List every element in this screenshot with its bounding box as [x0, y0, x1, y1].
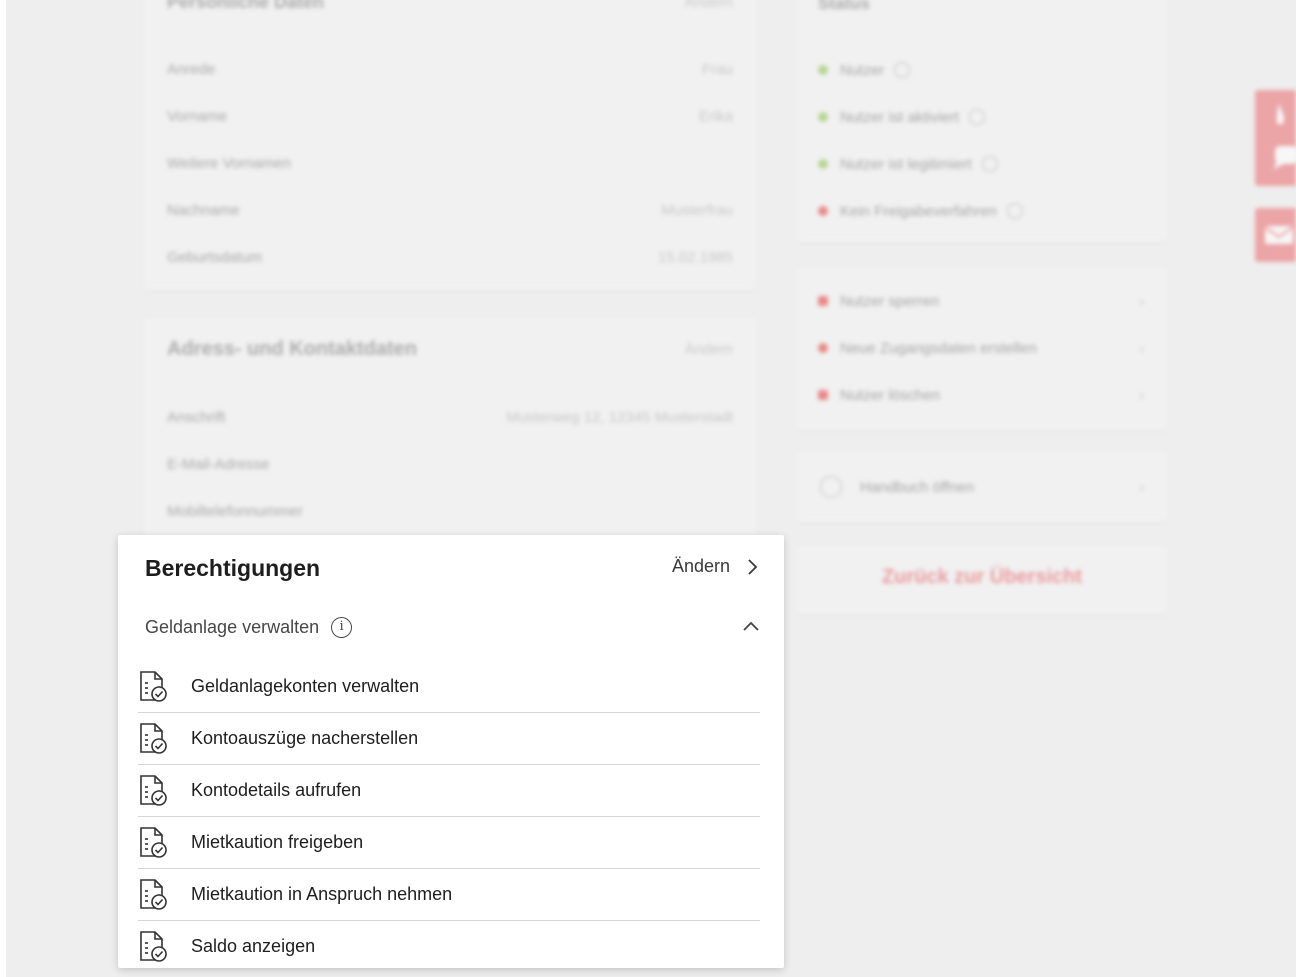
help-icon	[894, 62, 911, 78]
chevron-right-icon	[748, 558, 758, 575]
address-card: Adress- und Kontaktdaten Ändern Anschrif…	[143, 318, 757, 548]
info-row: E-Mail-Adresse	[167, 455, 270, 473]
permission-item: Geldanlagekonten verwalten	[138, 661, 760, 713]
open-manual-action[interactable]: Handbuch öffnen ›	[818, 476, 1144, 498]
permission-label: Mietkaution freigeben	[191, 832, 364, 852]
document-check-icon	[140, 878, 167, 910]
document-check-icon	[140, 670, 167, 702]
manual-card: Handbuch öffnen ›	[796, 452, 1168, 522]
lock-user-action[interactable]: Nutzer sperren ›	[818, 290, 1144, 312]
mail-tab[interactable]	[1255, 208, 1296, 262]
status-item: Nutzer ist aktiviert	[818, 106, 1144, 128]
status-card: Status Nutzer Nutzer ist aktiviert Nutze…	[796, 0, 1168, 242]
info-row: Vorname Erika	[167, 107, 733, 125]
section-label: Geldanlage verwalten	[145, 616, 320, 637]
clock-icon	[820, 476, 842, 498]
back-to-overview-link[interactable]: Zurück zur Übersicht	[796, 566, 1168, 589]
permission-item: Mietkaution freigeben	[138, 817, 760, 869]
status-item: Nutzer	[818, 59, 1144, 81]
panel-title: Berechtigungen	[145, 555, 321, 581]
info-icon[interactable]: i	[331, 616, 353, 638]
document-check-icon	[140, 826, 167, 858]
info-row: Anrede Frau	[167, 60, 733, 78]
trash-icon	[818, 390, 828, 400]
contact-tab[interactable]	[1255, 90, 1296, 186]
chat-icon	[1275, 146, 1296, 164]
info-row: Mobiltelefonnummer	[167, 502, 303, 520]
permissions-panel: Berechtigungen Ändern Geldanlage verwalt…	[118, 535, 784, 968]
help-icon	[981, 156, 998, 172]
section-header: Geldanlage verwalten i	[145, 613, 760, 641]
chevron-up-icon[interactable]	[742, 618, 760, 636]
permission-label: Saldo anzeigen	[191, 936, 316, 956]
change-label: Ändern	[671, 556, 730, 576]
phone-icon	[1273, 104, 1296, 170]
lock-icon	[818, 296, 828, 306]
info-row: Nachname Musterfrau	[167, 201, 733, 219]
permission-label: Kontodetails aufrufen	[191, 780, 362, 800]
mail-icon	[1264, 226, 1294, 244]
address-edit-link[interactable]: Ändern	[685, 341, 733, 358]
document-check-icon	[140, 722, 167, 754]
permission-label: Geldanlagekonten verwalten	[191, 676, 420, 696]
permission-item: Kontoauszüge nacherstellen	[138, 713, 760, 765]
permission-item: Saldo anzeigen	[138, 921, 760, 972]
change-permissions-button[interactable]: Ändern	[672, 556, 758, 577]
status-title: Status	[818, 0, 870, 13]
help-icon	[969, 109, 986, 125]
back-card: Zurück zur Übersicht	[796, 546, 1168, 614]
document-check-icon	[140, 930, 167, 962]
delete-user-action[interactable]: Nutzer löschen ›	[818, 384, 1144, 406]
permission-list: Geldanlagekonten verwalten Kontoauszüge …	[138, 661, 760, 972]
status-item: Nutzer ist legitimiert	[818, 153, 1144, 175]
personal-data-card: Persönliche Daten Ändern Anrede Frau Vorn…	[143, 0, 757, 290]
personal-data-edit-link[interactable]: Ändern	[685, 0, 733, 11]
document-check-icon	[140, 774, 167, 806]
address-title: Adress- und Kontaktdaten	[167, 338, 418, 360]
permission-item: Mietkaution in Anspruch nehmen	[138, 869, 760, 921]
info-row: Geburtsdatum 15.02.1985	[167, 248, 733, 266]
help-icon	[1006, 203, 1023, 219]
personal-data-title: Persönliche Daten	[167, 0, 325, 12]
permission-label: Kontoauszüge nacherstellen	[191, 728, 419, 748]
status-item: Kein Freigabeverfahren	[818, 200, 1144, 222]
info-row: Weitere Vornamen	[167, 154, 291, 172]
refresh-icon	[818, 343, 828, 353]
left-edge	[0, 0, 6, 977]
permission-label: Mietkaution in Anspruch nehmen	[191, 884, 453, 904]
permission-item: Kontodetails aufrufen	[138, 765, 760, 817]
info-row: Anschrift Musterweg 12, 12345 Musterstadt	[167, 408, 733, 426]
actions-card: Nutzer sperren › Neue Zugangsdaten erstel…	[796, 268, 1168, 430]
new-credentials-action[interactable]: Neue Zugangsdaten erstellen ›	[818, 337, 1144, 359]
